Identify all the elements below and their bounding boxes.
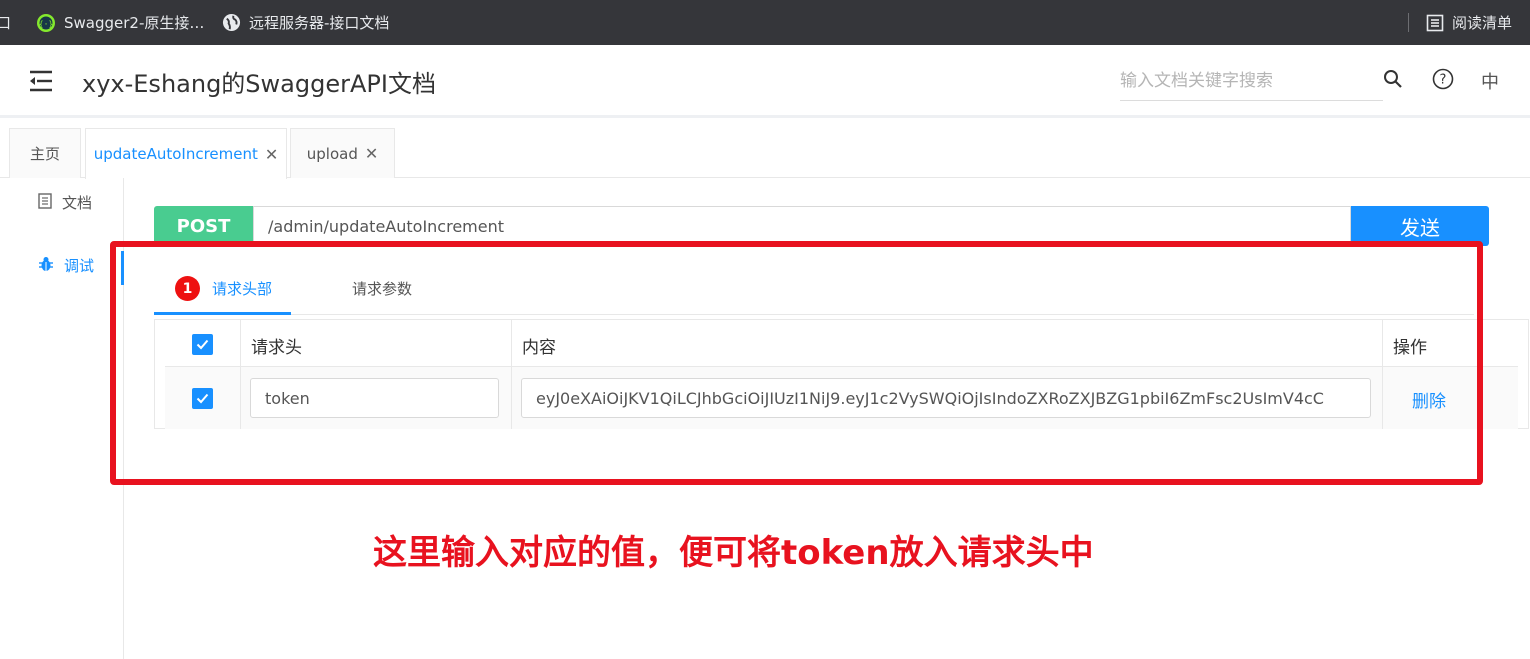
- bookmark-label: 远程服务器-接口文档: [249, 14, 390, 32]
- bookmark-item-swagger[interactable]: {·} Swagger2-原生接…: [36, 0, 204, 45]
- side-menu: 文档 调试: [0, 178, 124, 659]
- svg-text:{·}: {·}: [39, 19, 53, 28]
- url-input[interactable]: [253, 206, 1351, 246]
- tabs-bar: 主页 updateAutoIncrement ✕ upload ✕: [0, 121, 1530, 179]
- side-item-label: 调试: [64, 257, 95, 275]
- swagger-logo-icon: {·}: [36, 13, 56, 33]
- language-switch[interactable]: 中: [1481, 68, 1499, 94]
- method-badge: POST: [154, 206, 253, 246]
- tab-update-auto-increment[interactable]: updateAutoIncrement ✕: [85, 128, 287, 179]
- tab-label: updateAutoIncrement: [93, 145, 258, 163]
- tab-upload[interactable]: upload ✕: [290, 128, 395, 178]
- reading-list-label: 阅读清单: [1451, 14, 1512, 32]
- request-line: POST 发送: [154, 206, 1489, 246]
- tab-label: upload: [306, 144, 358, 163]
- tab-label: 主页: [29, 145, 60, 163]
- side-item-debug[interactable]: 调试: [38, 255, 94, 276]
- app-header: xyx-Eshang的SwaggerAPI文档 ? 中: [0, 45, 1530, 118]
- page-title: xyx-Eshang的SwaggerAPI文档: [82, 70, 436, 98]
- side-item-document[interactable]: 文档: [38, 192, 92, 213]
- bug-icon: [38, 256, 64, 276]
- search-icon[interactable]: [1381, 67, 1405, 91]
- bookmark-label: Swagger2-原生接…: [64, 14, 205, 32]
- document-icon: [38, 192, 62, 213]
- bookmark-divider: [1408, 13, 1409, 32]
- close-icon[interactable]: ✕: [365, 144, 378, 163]
- search-input[interactable]: [1120, 61, 1383, 100]
- tab-home[interactable]: 主页: [9, 128, 81, 178]
- bookmark-item-1[interactable]: 口: [0, 0, 11, 45]
- send-button[interactable]: 发送: [1351, 206, 1489, 246]
- side-item-label: 文档: [62, 194, 93, 212]
- help-icon[interactable]: ?: [1431, 67, 1455, 91]
- annotation-highlight-box: [110, 241, 1483, 485]
- svg-text:?: ?: [1440, 73, 1447, 88]
- close-icon[interactable]: ✕: [265, 145, 278, 164]
- reading-list-button[interactable]: 阅读清单: [1426, 0, 1512, 45]
- globe-icon: [222, 13, 241, 32]
- bookmark-item-remote[interactable]: 远程服务器-接口文档: [222, 0, 389, 45]
- annotation-text: 这里输入对应的值，便可将token放入请求头中: [373, 533, 1094, 573]
- search-box: [1120, 61, 1383, 101]
- menu-fold-icon[interactable]: [28, 69, 54, 93]
- bookmark-label: 口: [0, 14, 12, 32]
- reading-list-icon: [1426, 14, 1444, 32]
- bookmarks-bar: 口 {·} Swagger2-原生接… 远程服务器-接口文档 阅读清单: [0, 0, 1530, 45]
